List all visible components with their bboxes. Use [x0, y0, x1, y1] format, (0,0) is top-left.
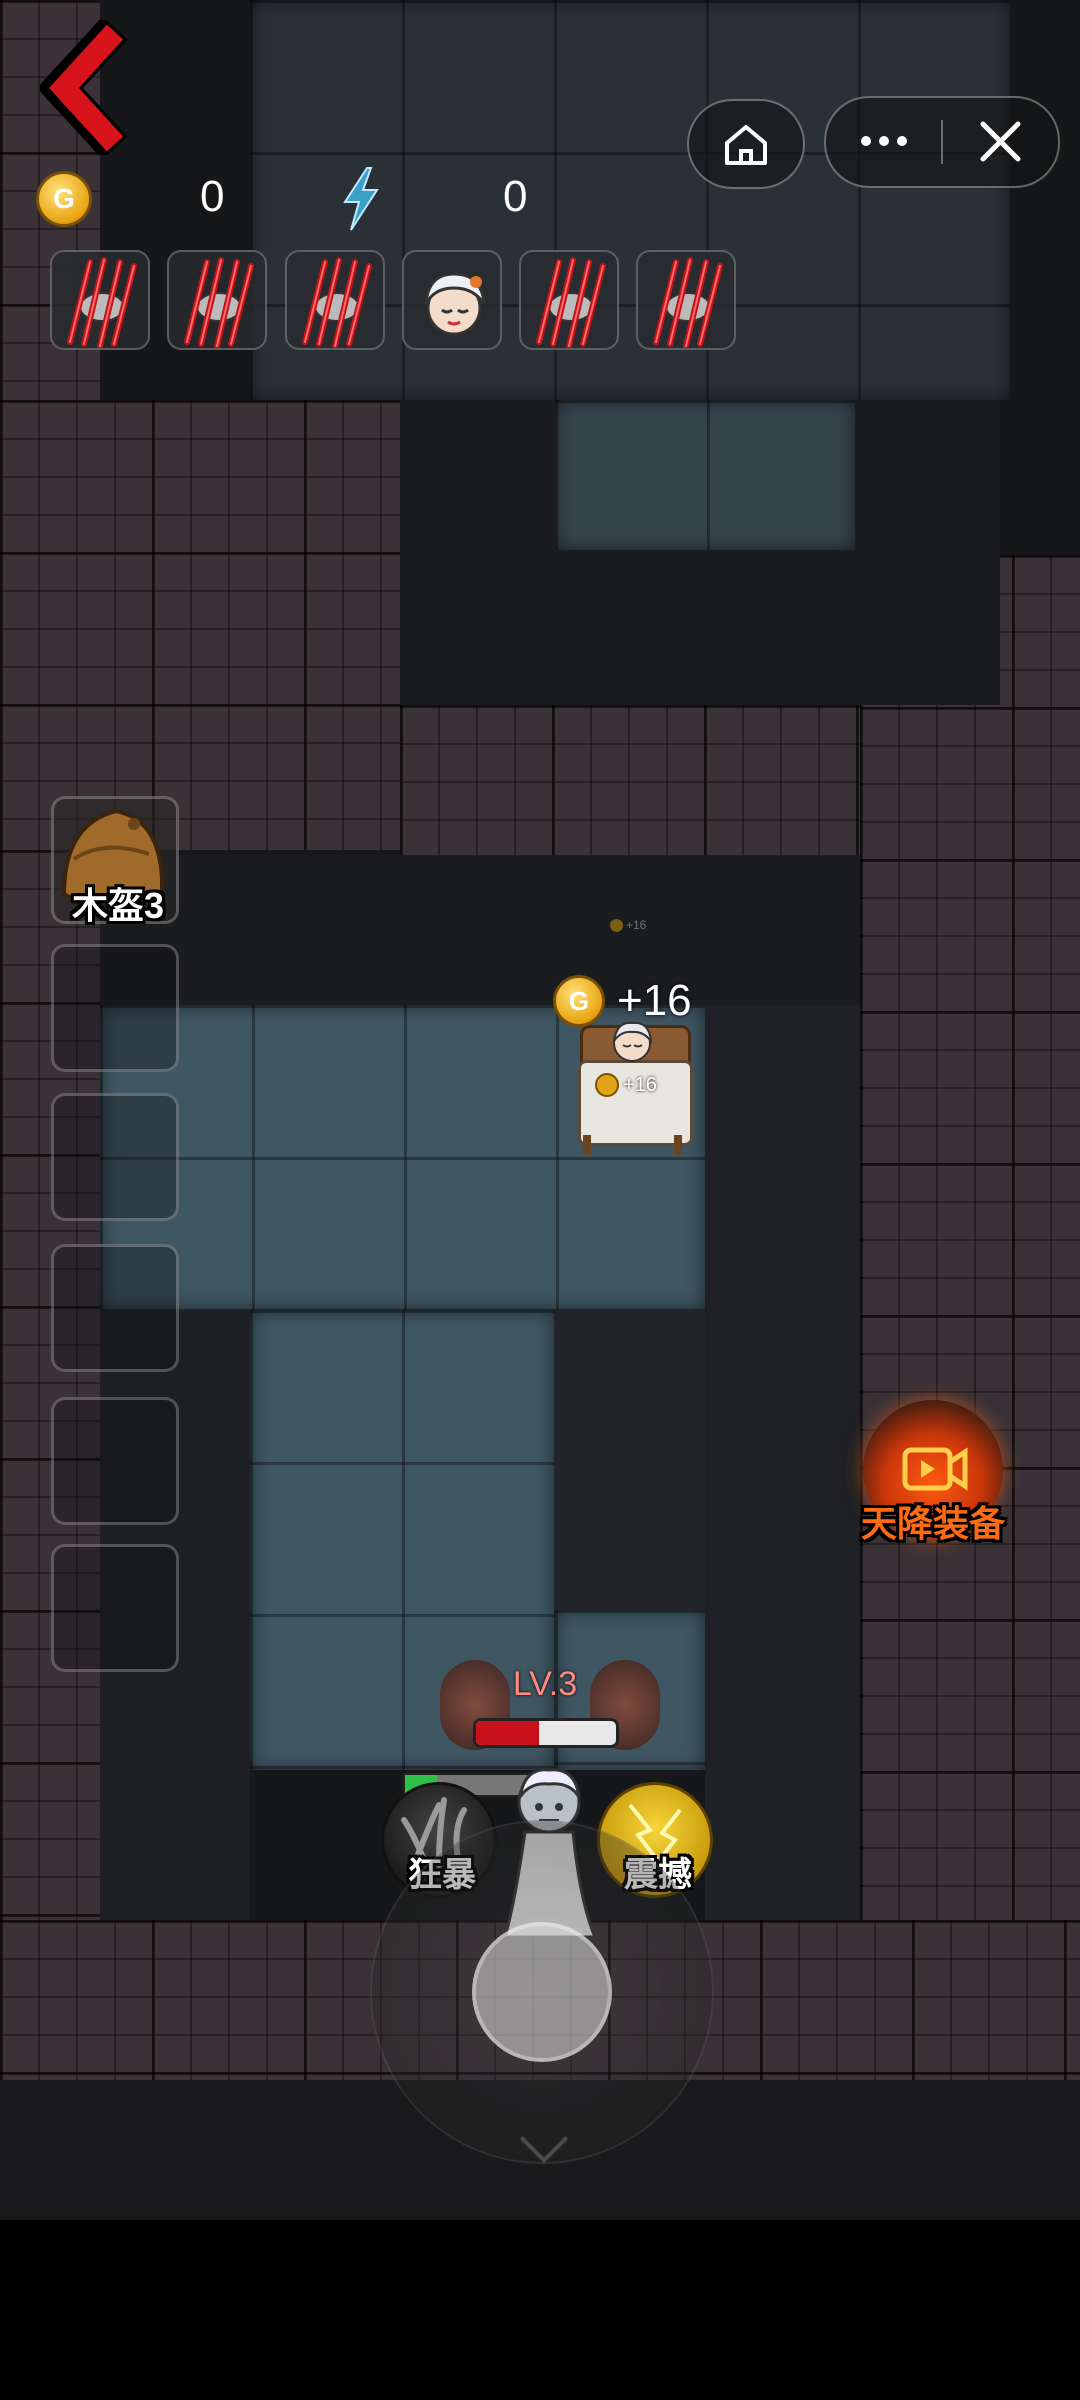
joystick-knob[interactable]: [472, 1922, 612, 2062]
gold-counter: 0: [200, 172, 225, 221]
small-coin-icon: [595, 1073, 619, 1097]
unit-slot[interactable]: [519, 250, 619, 350]
back-arrow-icon: [36, 16, 128, 160]
ad-equipment-button[interactable]: 天降装备: [858, 1400, 1008, 1550]
unit-slot[interactable]: [50, 250, 150, 350]
lightning-icon: [335, 166, 385, 232]
side-item-slot-6[interactable]: [51, 1544, 179, 1672]
ad-equipment-label: 天降装备: [860, 1503, 1005, 1544]
gold-gain-popup: G +16: [553, 975, 692, 1027]
game-map: +16 +16 G +16 LV.3 狂暴 震撼: [0, 0, 1080, 2220]
energy-counter: 0: [503, 172, 528, 221]
door-health-bar: [473, 1718, 619, 1748]
unit-slot[interactable]: [636, 250, 736, 350]
side-item-label: 木盔3: [71, 885, 165, 926]
unit-slot[interactable]: [167, 250, 267, 350]
unit-slot[interactable]: [285, 250, 385, 350]
home-button[interactable]: [687, 99, 805, 189]
bed-legs: [583, 1135, 682, 1155]
door-level-label: LV.3: [512, 1665, 578, 1703]
more-dots-icon: [861, 136, 907, 146]
side-item-slot-5[interactable]: [51, 1397, 179, 1525]
brick-wall: [400, 705, 860, 855]
more-button[interactable]: [826, 98, 941, 186]
back-button[interactable]: [36, 16, 140, 160]
close-button[interactable]: [943, 98, 1058, 186]
gold-coin-icon: G: [36, 171, 92, 227]
grandma-portrait-icon: [404, 252, 500, 348]
door-health-fill: [476, 1721, 539, 1745]
home-icon: [725, 125, 767, 165]
small-gain-text: +16: [623, 1073, 657, 1096]
clawed-enemy-icon: [638, 252, 734, 348]
joystick-down-arrow-icon: [519, 2114, 569, 2164]
brick-wall: [0, 400, 400, 850]
clawed-enemy-icon: [287, 252, 383, 348]
faint-gain-text: +16: [626, 918, 647, 932]
side-item-slot-1[interactable]: 木盔3: [51, 796, 179, 926]
clawed-enemy-icon: [169, 252, 265, 348]
joystick-base[interactable]: [370, 1820, 714, 2164]
unit-slot[interactable]: [402, 250, 502, 350]
bed[interactable]: +16: [575, 1015, 693, 1160]
small-gold-gain: +16: [595, 1073, 657, 1097]
gold-gain-text: +16: [617, 976, 692, 1025]
clawed-enemy-icon: [521, 252, 617, 348]
upper-room-floor: [555, 400, 855, 550]
side-item-slot-2[interactable]: [51, 944, 179, 1072]
clawed-enemy-icon: [52, 252, 148, 348]
faint-coin-icon: [610, 918, 623, 932]
close-icon: [980, 121, 1021, 162]
coin-icon: G: [553, 975, 605, 1027]
capsule-menu: [824, 96, 1060, 188]
side-item-slot-4[interactable]: [51, 1244, 179, 1372]
dark-wall: [100, 855, 860, 1005]
bottom-blackbar: [0, 2220, 1080, 2400]
side-item-slot-3[interactable]: [51, 1093, 179, 1221]
dark-wall: [555, 1310, 705, 1610]
brick-wall: [860, 555, 1080, 2080]
faint-gold-gain: +16: [610, 918, 646, 932]
dark-wall: [705, 1005, 860, 1920]
